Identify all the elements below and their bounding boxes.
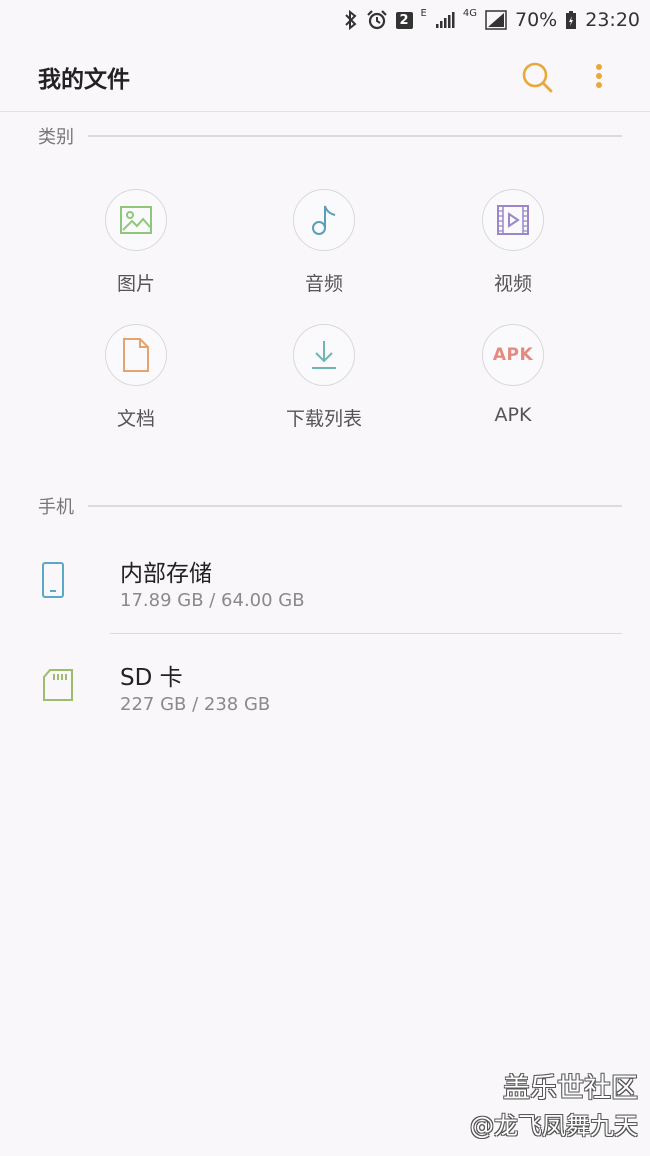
storage-item-sd-card[interactable]: SD 卡 227 GB / 238 GB bbox=[0, 634, 650, 738]
phone-section-header: 手机 bbox=[38, 494, 622, 518]
document-icon bbox=[123, 338, 149, 372]
signal-strength-2-icon bbox=[485, 10, 507, 30]
categories-section-header: 类别 bbox=[38, 124, 622, 148]
phone-icon bbox=[42, 562, 64, 598]
network-type-e: E bbox=[420, 7, 427, 19]
apk-icon: APK bbox=[492, 345, 534, 365]
search-icon bbox=[522, 62, 553, 93]
download-icon bbox=[312, 341, 336, 369]
section-divider bbox=[88, 505, 622, 507]
category-apk[interactable]: APK APK bbox=[433, 324, 593, 426]
category-icon-circle bbox=[293, 189, 355, 251]
category-icon-circle bbox=[105, 189, 167, 251]
bluetooth-icon bbox=[344, 10, 358, 30]
alarm-icon bbox=[366, 10, 388, 30]
sd-card-icon bbox=[43, 669, 73, 701]
storage-size: 17.89 GB / 64.00 GB bbox=[120, 590, 305, 611]
network-type-4g: 4G bbox=[462, 7, 477, 19]
image-icon bbox=[120, 206, 152, 234]
category-video[interactable]: 视频 bbox=[433, 189, 593, 296]
phone-section-label: 手机 bbox=[38, 497, 74, 518]
music-note-icon bbox=[312, 205, 336, 235]
page-title: 我的文件 bbox=[38, 67, 130, 93]
storage-item-internal[interactable]: 内部存储 17.89 GB / 64.00 GB bbox=[0, 530, 650, 634]
video-icon bbox=[497, 205, 529, 235]
categories-section-label: 类别 bbox=[38, 127, 74, 148]
category-label: 下载列表 bbox=[285, 408, 362, 430]
storage-size: 227 GB / 238 GB bbox=[120, 694, 271, 715]
signal-strength-icon bbox=[435, 11, 455, 29]
category-label: 图片 bbox=[116, 273, 155, 295]
category-images[interactable]: 图片 bbox=[56, 189, 216, 296]
category-label: 音频 bbox=[304, 273, 343, 295]
search-button[interactable] bbox=[518, 58, 556, 96]
more-vert-icon bbox=[596, 64, 602, 88]
category-downloads[interactable]: 下载列表 bbox=[244, 324, 404, 431]
more-options-button[interactable] bbox=[586, 58, 612, 96]
app-bar: 我的文件 bbox=[0, 40, 650, 112]
battery-charging-icon bbox=[565, 10, 577, 30]
category-label: 文档 bbox=[116, 408, 155, 430]
clock-time: 23:20 bbox=[585, 9, 640, 31]
storage-name: 内部存储 bbox=[120, 561, 212, 587]
category-label: 视频 bbox=[493, 273, 532, 295]
category-label: APK bbox=[494, 404, 532, 426]
watermark-community: 盖乐世社区 bbox=[503, 1073, 638, 1104]
category-icon-circle bbox=[293, 324, 355, 386]
storage-name: SD 卡 bbox=[120, 665, 183, 691]
category-documents[interactable]: 文档 bbox=[56, 324, 216, 431]
section-divider bbox=[88, 135, 622, 137]
category-audio[interactable]: 音频 bbox=[244, 189, 404, 296]
notification-count-badge: 2 bbox=[395, 11, 413, 29]
battery-percent: 70% bbox=[515, 9, 558, 31]
category-icon-circle bbox=[482, 189, 544, 251]
status-bar: 2 E 4G 70% 23:20 bbox=[0, 0, 650, 40]
watermark-author: @龙飞凤舞九天 bbox=[470, 1112, 638, 1140]
category-icon-circle bbox=[105, 324, 167, 386]
category-icon-circle: APK bbox=[482, 324, 544, 386]
